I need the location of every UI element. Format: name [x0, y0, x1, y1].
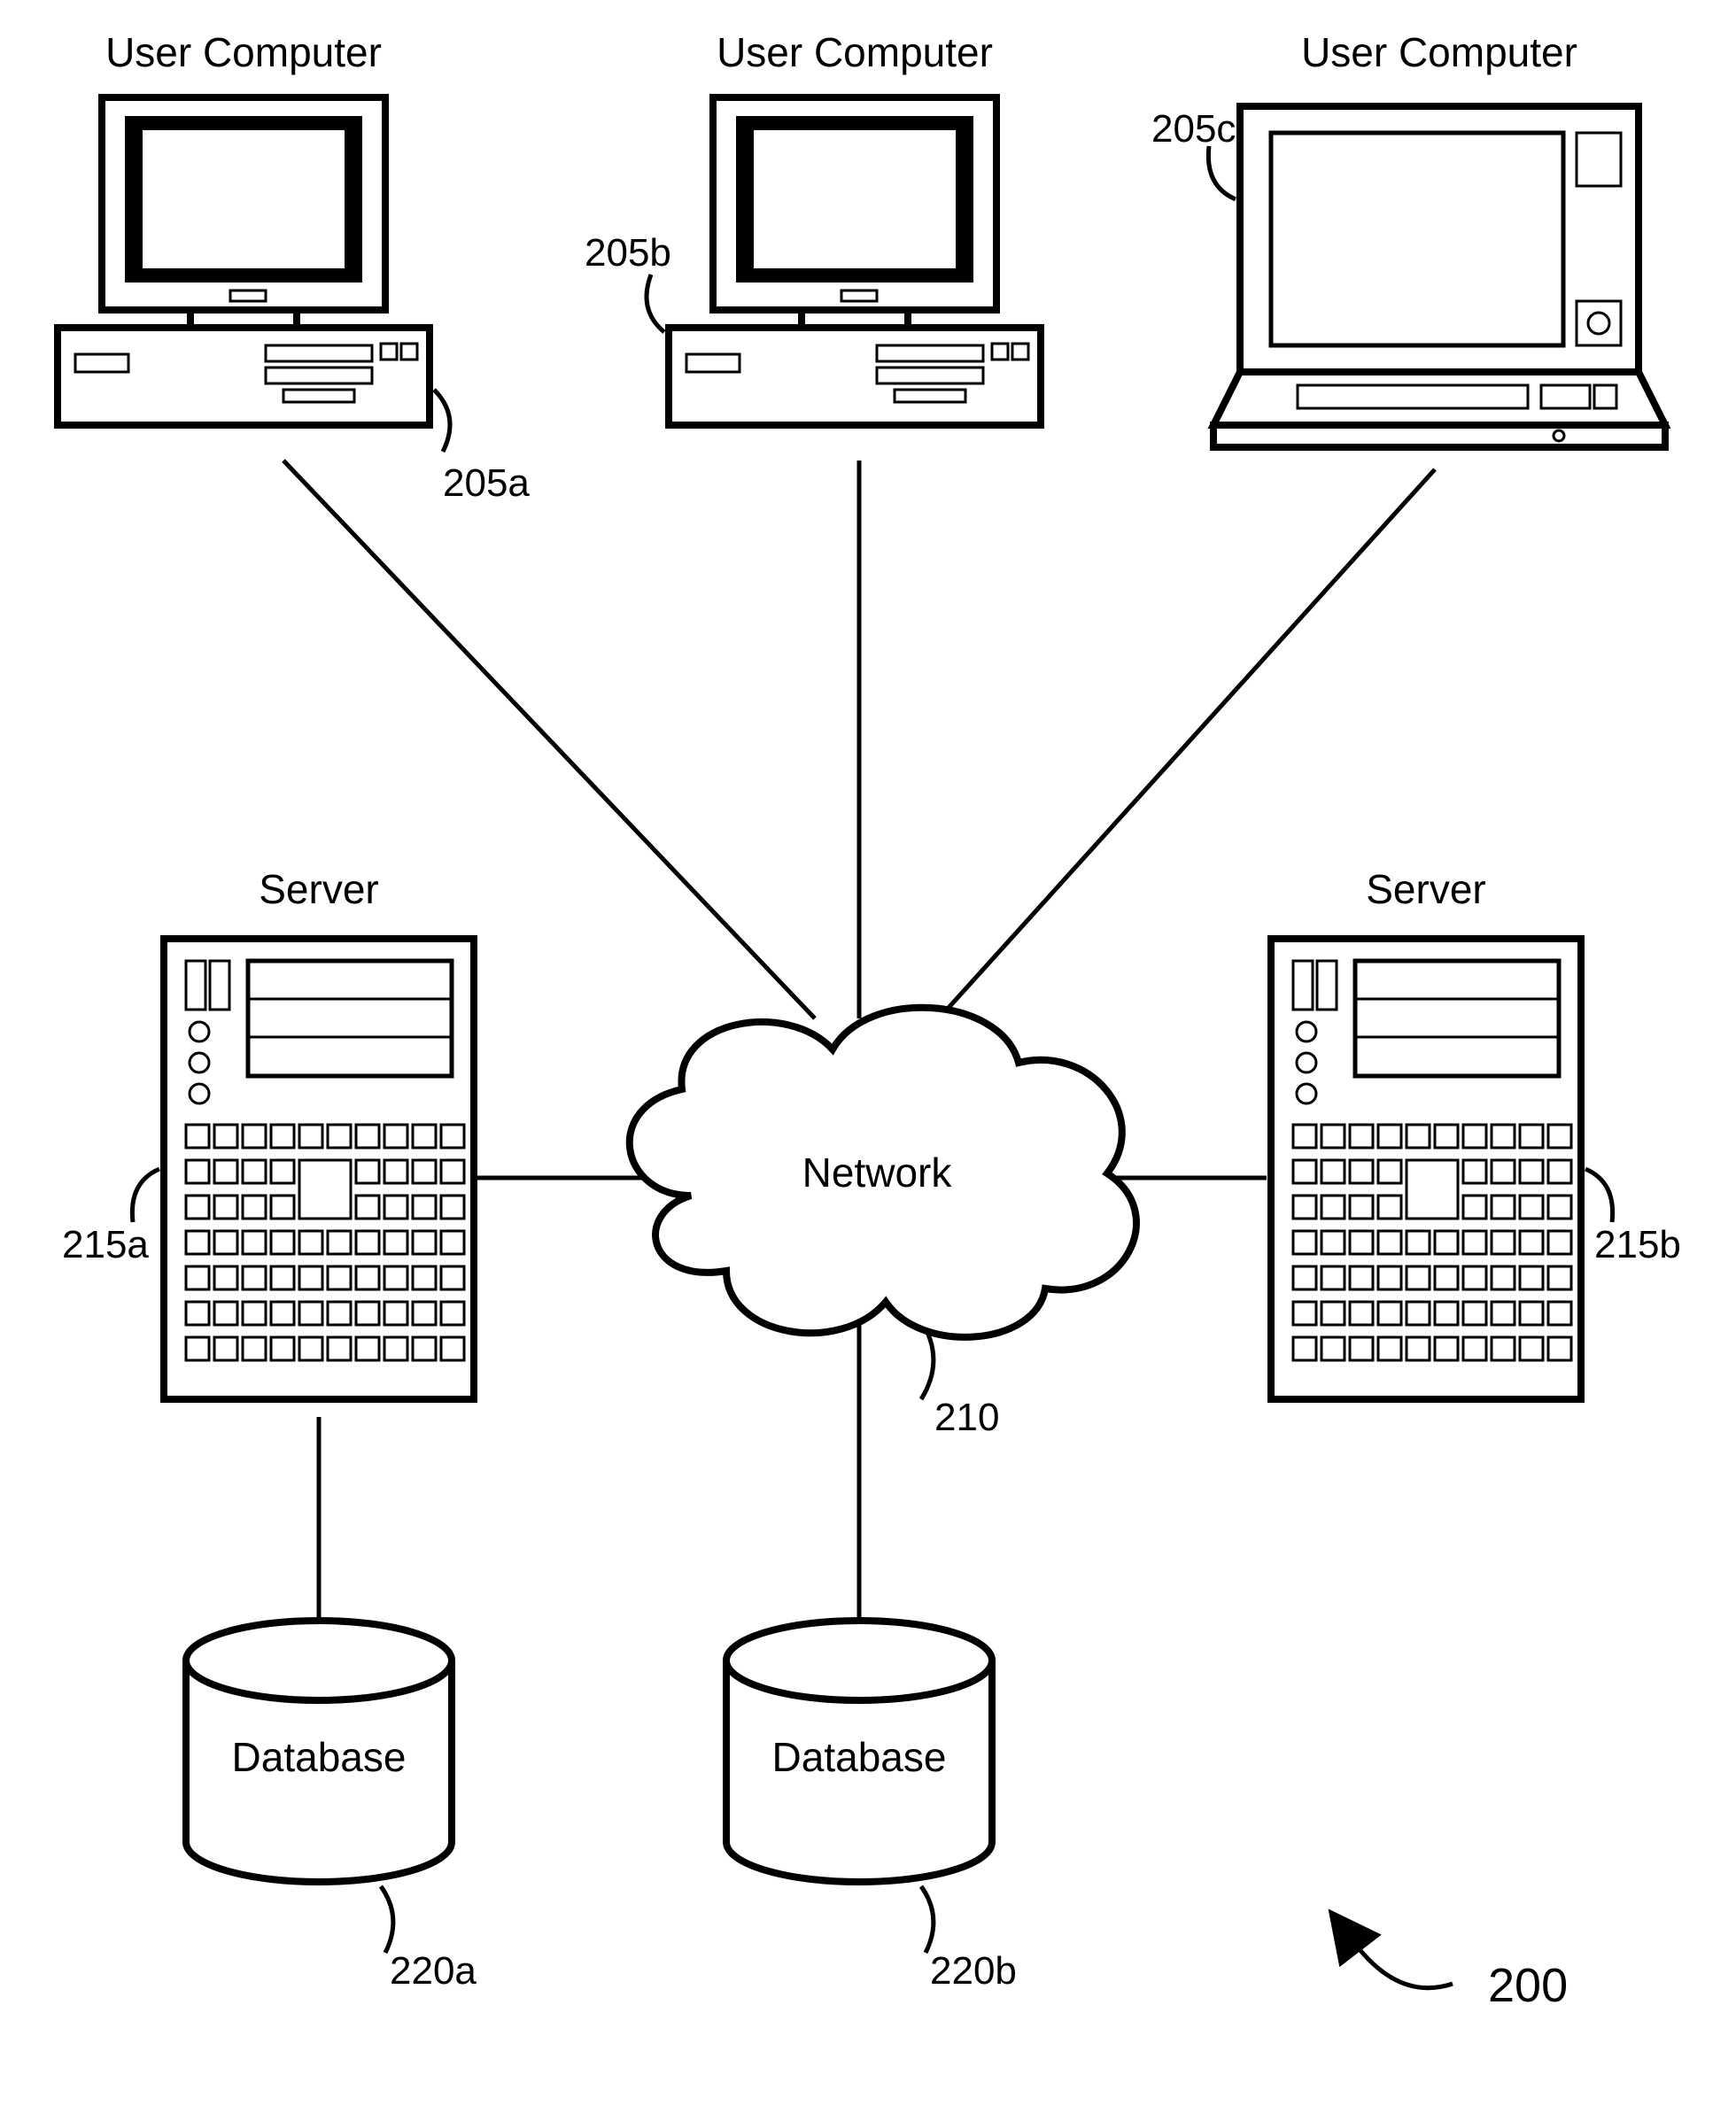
ref-205c: 205c	[1151, 107, 1236, 151]
database-b: Database 220b	[726, 1621, 1017, 1993]
ref-205b: 205b	[585, 231, 671, 275]
ref-215b: 215b	[1594, 1223, 1681, 1266]
database-a-label: Database	[232, 1734, 407, 1780]
server-icon	[1271, 939, 1581, 1399]
server-b: Server 215b	[1271, 866, 1681, 1399]
user-computer-b-label: User Computer	[717, 29, 993, 75]
network-cloud: Network	[630, 1008, 1136, 1337]
ref-220a: 220a	[390, 1949, 477, 1993]
ref-leader	[1585, 1169, 1613, 1222]
ref-205a: 205a	[443, 461, 530, 505]
ref-leader	[921, 1328, 934, 1399]
figure-ref: 200	[1355, 1944, 1568, 2012]
ref-215a: 215a	[62, 1223, 149, 1266]
ref-leader	[1208, 146, 1236, 199]
server-b-label: Server	[1366, 866, 1485, 912]
user-computer-c-label: User Computer	[1301, 29, 1577, 75]
user-computer-c: User Computer 205c	[1151, 29, 1665, 447]
ref-220b: 220b	[930, 1949, 1017, 1993]
ref-leader	[921, 1886, 934, 1953]
server-a-label: Server	[259, 866, 378, 912]
ref-210: 210	[934, 1396, 999, 1439]
desktop-icon	[58, 97, 430, 425]
network-label: Network	[802, 1150, 953, 1196]
figure-arrow-icon	[1355, 1944, 1453, 1988]
laptop-icon	[1213, 106, 1665, 447]
user-computer-b: User Computer 205b	[585, 29, 1041, 425]
database-b-label: Database	[772, 1734, 947, 1780]
ref-leader	[434, 390, 450, 452]
ref-leader	[647, 275, 664, 332]
desktop-icon	[669, 97, 1041, 425]
ref-leader	[132, 1169, 159, 1222]
ref-200: 200	[1488, 1959, 1568, 2012]
server-a: Server 215a	[62, 866, 474, 1399]
user-computer-a-label: User Computer	[105, 29, 382, 75]
user-computer-a: User Computer 205a	[58, 29, 530, 505]
ref-leader	[381, 1886, 393, 1953]
server-icon	[164, 939, 474, 1399]
database-a: Database 220a	[186, 1621, 477, 1993]
